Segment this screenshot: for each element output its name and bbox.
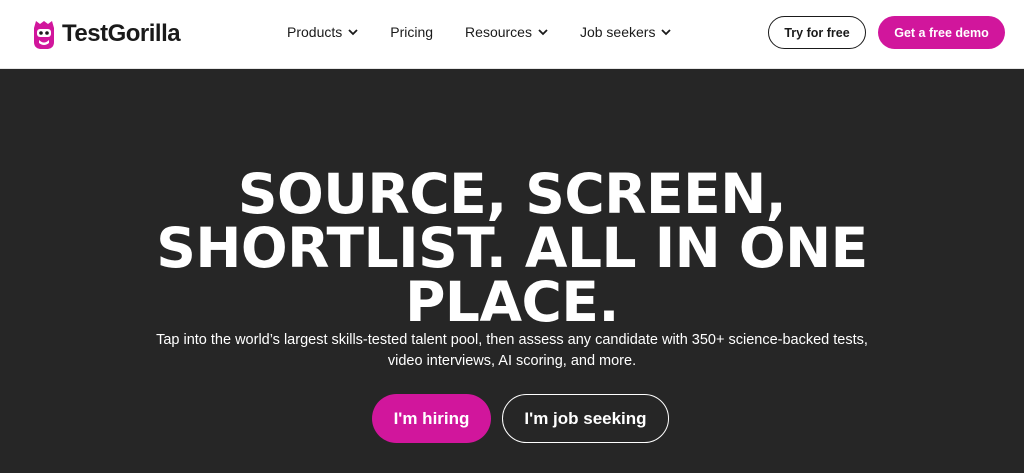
chevron-down-icon (661, 28, 672, 35)
im-hiring-button[interactable]: I'm hiring (372, 394, 491, 443)
nav-item-pricing[interactable]: Pricing (390, 24, 433, 40)
nav-item-label: Pricing (390, 24, 434, 40)
hero-title-line: SHORTLIST. ALL IN ONE (156, 216, 868, 280)
hero-title: SOURCE, SCREEN, SHORTLIST. ALL IN ONE PL… (0, 162, 1024, 334)
gorilla-icon (34, 21, 54, 49)
nav-item-label: Products (287, 24, 343, 40)
main-nav: Products Pricing Resources Job seekers (287, 24, 672, 40)
top-navbar: TestGorilla Products Pricing Resources J… (0, 0, 1024, 69)
hero-subtitle: Tap into the world’s largest skills-test… (0, 330, 1024, 372)
try-for-free-button[interactable]: Try for free (768, 16, 866, 49)
hero-title-line: SOURCE, SCREEN, (237, 162, 787, 226)
nav-item-resources[interactable]: Resources (465, 24, 548, 40)
im-job-seeking-button[interactable]: I'm job seeking (502, 394, 669, 443)
chevron-down-icon (538, 28, 548, 35)
nav-item-label: Resources (465, 24, 532, 40)
chevron-down-icon (348, 28, 358, 35)
hero-subtitle-line: video interviews, AI scoring, and more. (387, 353, 637, 369)
brand-logo[interactable]: TestGorilla (32, 14, 181, 54)
get-free-demo-button[interactable]: Get a free demo (878, 16, 1005, 49)
hero-section: SOURCE, SCREEN, SHORTLIST. ALL IN ONE PL… (0, 69, 1024, 473)
nav-item-label: Job seekers (579, 24, 656, 40)
nav-item-job-seekers[interactable]: Job seekers (579, 24, 672, 40)
nav-item-products[interactable]: Products (287, 24, 358, 40)
hero-subtitle-line: Tap into the world’s largest skills-test… (156, 332, 868, 348)
brand-name: TestGorilla (62, 20, 181, 47)
hero-title-line: PLACE. (405, 270, 619, 334)
